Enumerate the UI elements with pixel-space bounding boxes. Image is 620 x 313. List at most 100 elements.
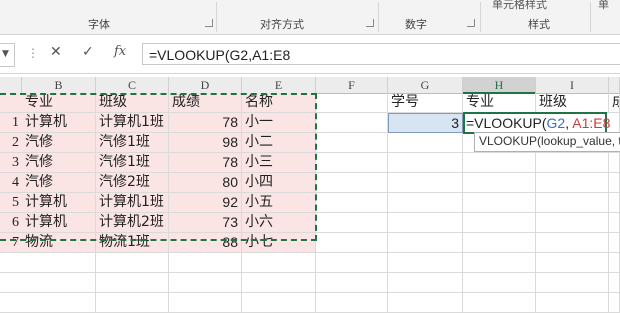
cell-styles-button[interactable]: 单元格样式	[492, 0, 547, 12]
table-header-cell[interactable]: 班级	[96, 93, 169, 113]
grid-cell[interactable]	[536, 153, 609, 173]
cancel-icon[interactable]: ✕	[50, 44, 62, 60]
table-cell[interactable]: 78	[169, 153, 242, 173]
row-number[interactable]	[0, 273, 22, 293]
row-number[interactable]: 5	[0, 193, 22, 213]
table-cell[interactable]: 汽修	[22, 133, 96, 153]
table-cell[interactable]	[169, 253, 242, 273]
grid-cell[interactable]	[316, 173, 388, 193]
table-cell[interactable]	[169, 273, 242, 293]
table-cell[interactable]: 88	[169, 233, 242, 253]
grid-cell[interactable]	[463, 253, 536, 273]
grid-cell[interactable]	[316, 133, 388, 153]
table-cell[interactable]: 计算机	[22, 213, 96, 233]
grid-cell[interactable]	[388, 293, 463, 313]
lookup-header-score[interactable]: 成	[609, 93, 620, 113]
formula-input[interactable]: =VLOOKUP(G2,A1:E8	[142, 43, 620, 65]
grid-cell[interactable]	[609, 293, 620, 313]
row-number[interactable]: 1	[0, 113, 22, 133]
number-dialog-launcher-icon[interactable]	[467, 19, 475, 27]
table-cell[interactable]: 小七	[242, 233, 316, 253]
font-dialog-launcher-icon[interactable]	[205, 19, 213, 27]
table-cell[interactable]: 计算机1班	[96, 193, 169, 213]
table-cell[interactable]: 小六	[242, 213, 316, 233]
table-cell[interactable]: 小五	[242, 193, 316, 213]
grid-cell[interactable]	[536, 213, 609, 233]
grid-cell[interactable]	[536, 173, 609, 193]
table-cell[interactable]: 小二	[242, 133, 316, 153]
lookup-id-cell[interactable]: 3	[388, 113, 463, 133]
grid-cell[interactable]	[463, 213, 536, 233]
grid-cell[interactable]	[388, 153, 463, 173]
grid-cell[interactable]	[388, 133, 463, 153]
alignment-dialog-launcher-icon[interactable]	[366, 19, 374, 27]
grid-cell[interactable]	[463, 193, 536, 213]
table-cell[interactable]	[22, 293, 96, 313]
grid-cell[interactable]	[536, 193, 609, 213]
cells-button[interactable]: 单	[598, 0, 609, 12]
grid-cell[interactable]	[388, 253, 463, 273]
grid-cell[interactable]	[536, 293, 609, 313]
lookup-header-major[interactable]: 专业	[463, 93, 536, 113]
table-cell[interactable]: 80	[169, 173, 242, 193]
row-number[interactable]	[0, 253, 22, 273]
grid-cell[interactable]	[316, 113, 388, 133]
insert-function-icon[interactable]: fx	[114, 44, 126, 59]
grid-cell[interactable]	[463, 153, 536, 173]
grid-cell[interactable]	[316, 233, 388, 253]
grid-cell[interactable]	[609, 113, 620, 133]
column-header-g[interactable]: G	[388, 77, 463, 94]
grid-cell[interactable]	[609, 233, 620, 253]
table-header-cell[interactable]: 名称	[242, 93, 316, 113]
table-cell[interactable]	[96, 293, 169, 313]
table-cell[interactable]: 小一	[242, 113, 316, 133]
table-cell[interactable]: 汽修	[22, 173, 96, 193]
column-header-b[interactable]: B	[22, 77, 96, 94]
row-number[interactable]: 4	[0, 173, 22, 193]
table-cell[interactable]: 小四	[242, 173, 316, 193]
table-cell[interactable]	[22, 253, 96, 273]
grid-cell[interactable]	[388, 193, 463, 213]
table-cell[interactable]	[169, 293, 242, 313]
table-cell[interactable]	[242, 273, 316, 293]
table-cell[interactable]	[242, 253, 316, 273]
column-header-h[interactable]: H	[463, 77, 536, 94]
table-cell[interactable]: 物流	[22, 233, 96, 253]
table-cell[interactable]: 汽修1班	[96, 153, 169, 173]
grid-cell[interactable]	[316, 193, 388, 213]
column-header-i[interactable]: I	[536, 77, 609, 94]
table-cell[interactable]	[96, 273, 169, 293]
table-cell[interactable]: 汽修	[22, 153, 96, 173]
table-cell[interactable]: 汽修2班	[96, 173, 169, 193]
table-cell[interactable]: 98	[169, 133, 242, 153]
grid-cell[interactable]	[463, 173, 536, 193]
row-number[interactable]	[0, 93, 22, 113]
table-header-cell[interactable]: 成绩	[169, 93, 242, 113]
grid-cell[interactable]	[536, 273, 609, 293]
grid-cell[interactable]	[316, 153, 388, 173]
select-all-corner[interactable]	[0, 77, 22, 94]
table-header-cell[interactable]: 专业	[22, 93, 96, 113]
table-cell[interactable]: 汽修1班	[96, 133, 169, 153]
grid-cell[interactable]	[463, 273, 536, 293]
grid-cell[interactable]	[609, 213, 620, 233]
enter-icon[interactable]: ✓	[82, 44, 94, 60]
table-cell[interactable]	[242, 293, 316, 313]
formula-edit-cell[interactable]: =VLOOKUP(G2, A1:E8	[463, 112, 610, 134]
grid-cell[interactable]	[463, 293, 536, 313]
grid-cell[interactable]	[316, 253, 388, 273]
grid-cell[interactable]	[316, 293, 388, 313]
grid-cell[interactable]	[536, 233, 609, 253]
grid-cell[interactable]	[536, 253, 609, 273]
grid-cell[interactable]	[609, 173, 620, 193]
name-box[interactable]: ▼	[0, 43, 15, 67]
table-cell[interactable]: 物流1班	[96, 233, 169, 253]
table-cell[interactable]: 计算机	[22, 113, 96, 133]
grid-cell[interactable]	[609, 193, 620, 213]
grid-cell[interactable]	[609, 253, 620, 273]
column-header-j[interactable]	[609, 77, 620, 94]
grid-cell[interactable]	[388, 233, 463, 253]
chevron-down-icon[interactable]: ▼	[2, 49, 9, 59]
grid-cell[interactable]	[609, 273, 620, 293]
row-number[interactable]: 6	[0, 213, 22, 233]
